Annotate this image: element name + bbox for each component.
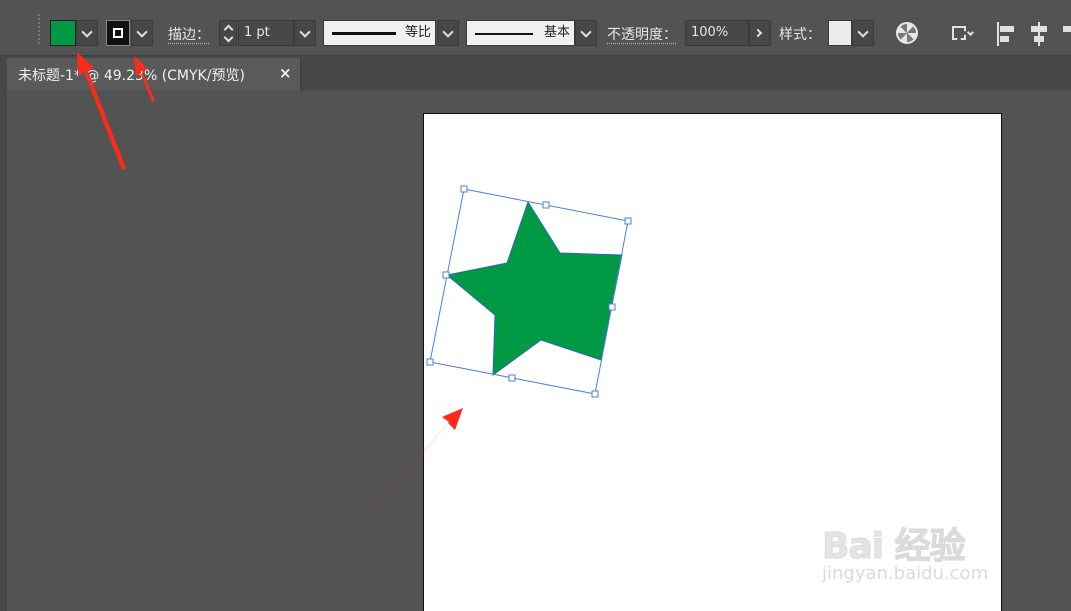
transform-icon-frame [952, 26, 966, 40]
align-center-icon[interactable] [1028, 22, 1050, 46]
watermark-url: jingyan.baidu.com [822, 563, 989, 584]
stroke-swatch[interactable] [106, 20, 130, 46]
align-right-icon-box [1063, 26, 1071, 32]
align-center-icon-box-1 [1031, 26, 1047, 32]
opacity-label[interactable]: 不透明度： [607, 24, 677, 44]
fill-dropdown[interactable] [76, 20, 98, 46]
close-icon[interactable]: × [279, 64, 292, 82]
opacity-expand-button[interactable] [749, 20, 771, 46]
align-left-icon[interactable] [996, 22, 1018, 46]
align-left-icon-bar [997, 22, 999, 46]
stroke-weight-input[interactable]: 1 pt [238, 20, 294, 46]
align-left-icon-box-2 [1000, 36, 1009, 42]
stroke-weight-dropdown[interactable] [294, 20, 316, 46]
align-right-icon[interactable] [1060, 22, 1071, 46]
document-tab-title: 未标题-1* @ 49.23% (CMYK/预览) [18, 68, 245, 84]
profile-line-preview [332, 32, 396, 35]
stroke-label[interactable]: 描边： [168, 24, 210, 44]
fill-swatch[interactable] [50, 20, 76, 46]
chevron-down-icon [966, 28, 975, 37]
align-center-icon-box-2 [1034, 36, 1044, 42]
stroke-dropdown[interactable] [131, 20, 153, 46]
stroke-weight-spinner[interactable] [219, 20, 237, 46]
align-left-icon-box-1 [1000, 26, 1014, 32]
style-label: 样式： [779, 27, 821, 43]
document-tab-bar: 未标题-1* @ 49.23% (CMYK/预览) × [0, 56, 1071, 90]
panel-grip[interactable] [38, 14, 42, 44]
control-bar: 描边： 1 pt 等比 基本 不透明度： 100% 样式： [0, 0, 1071, 56]
chevron-right-icon [753, 28, 763, 38]
profile-label: 等比 [404, 25, 431, 40]
stroke-swatch-inner [113, 28, 123, 38]
profile-dropdown[interactable] [437, 20, 459, 46]
brush-definition[interactable]: 基本 [466, 20, 575, 46]
graphic-style-swatch[interactable] [828, 20, 852, 46]
variable-width-profile[interactable]: 等比 [323, 20, 436, 46]
recolor-artwork-icon[interactable] [896, 22, 918, 44]
document-tab[interactable]: 未标题-1* @ 49.23% (CMYK/预览) × [7, 58, 301, 90]
transform-icon[interactable] [948, 22, 978, 46]
watermark-brand: Bai 经验 [822, 526, 967, 568]
brush-label: 基本 [543, 25, 570, 40]
baidu-watermark: Bai 经验 jingyan.baidu.com [818, 515, 1028, 595]
toolbar-gutter [0, 90, 7, 611]
graphic-style-dropdown[interactable] [852, 20, 874, 46]
brush-dropdown[interactable] [575, 20, 597, 46]
opacity-input[interactable]: 100% [685, 20, 749, 46]
brush-line-preview [475, 33, 533, 35]
